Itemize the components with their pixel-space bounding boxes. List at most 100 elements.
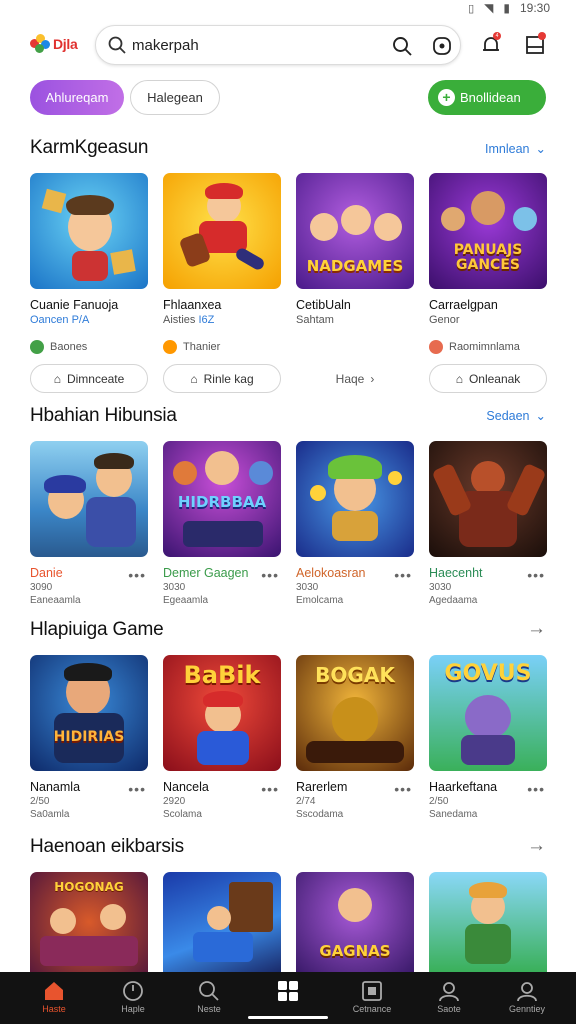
- game-card[interactable]: GOVUS Haarkeftana ••• 2/50 Sanedama: [429, 655, 547, 820]
- clock-icon: [123, 981, 143, 1001]
- game-subtitle: Sahtam: [296, 314, 334, 326]
- gamepad-icon: ⌂: [53, 371, 61, 386]
- game-name: Carraelgpan: [429, 298, 498, 312]
- more-options-icon[interactable]: •••: [527, 567, 545, 583]
- game-thumbnail: [429, 872, 547, 972]
- search-submit-icon[interactable]: [392, 36, 412, 56]
- game-genre: Sanedama: [429, 809, 478, 820]
- game-thumbnail: [30, 173, 148, 289]
- chip-secondary[interactable]: Halegean: [130, 80, 220, 115]
- nav-item-home[interactable]: Haste: [24, 978, 84, 1014]
- search-input[interactable]: [132, 34, 372, 56]
- home-icon: [45, 982, 63, 1000]
- game-rating: 2/74: [296, 796, 316, 807]
- game-card[interactable]: HIDIRIAS Nanamla ••• 2/50 Sa0amla: [30, 655, 148, 820]
- voice-icon[interactable]: [432, 36, 452, 56]
- nav-item-apps[interactable]: [258, 978, 318, 1004]
- nav-label: Haste: [42, 1004, 66, 1014]
- more-options-icon[interactable]: •••: [128, 781, 146, 797]
- game-card[interactable]: [429, 872, 547, 972]
- section-link-label: Sedaen: [486, 408, 530, 423]
- game-rating: 2/50: [30, 796, 50, 807]
- game-card[interactable]: Fhlaanxea Aisties I6Z Thanier ⌂ Rinle kag: [163, 173, 281, 393]
- game-pill-button[interactable]: ⌂ Dimnceate: [30, 364, 148, 393]
- game-thumbnail: [30, 441, 148, 557]
- action-button[interactable]: + Bnollidean: [428, 80, 546, 115]
- section-link[interactable]: Sedaen ⌄: [486, 408, 546, 424]
- more-options-icon[interactable]: •••: [394, 567, 412, 583]
- arrow-right-icon[interactable]: →: [527, 618, 546, 640]
- game-thumbnail: [296, 441, 414, 557]
- badge-dot-icon: [429, 340, 443, 354]
- game-card[interactable]: [163, 872, 281, 972]
- game-genre: Eaneaamla: [30, 595, 81, 606]
- notification-badge: 4: [493, 32, 501, 40]
- inbox-button[interactable]: [524, 32, 546, 61]
- game-card[interactable]: Aelokoasran ••• 3030 Emolcama: [296, 441, 414, 606]
- arrow-right-icon[interactable]: →: [527, 835, 546, 857]
- plus-icon: +: [438, 89, 455, 106]
- nav-item-library[interactable]: Cetnance: [342, 978, 402, 1014]
- game-pill-button[interactable]: Haqe ›: [296, 364, 414, 393]
- logo-mark-icon: [30, 34, 50, 54]
- game-card[interactable]: Danie ••• 3090 Eaneaamla: [30, 441, 148, 606]
- game-rating: 3030: [296, 582, 319, 593]
- more-options-icon[interactable]: •••: [261, 781, 279, 797]
- game-thumbnail: HIDRBBAA: [163, 441, 281, 557]
- game-genre: Agedaama: [429, 595, 478, 606]
- section-link[interactable]: Imnlean ⌄: [485, 141, 546, 157]
- game-card[interactable]: HOGONAG: [30, 872, 148, 972]
- game-thumbnail: PANUAJS GANCES: [429, 173, 547, 289]
- chip-primary[interactable]: Ahlureqam: [30, 80, 124, 115]
- gamepad-icon: ⌂: [190, 371, 198, 386]
- game-thumb-title: GOVUS: [444, 661, 532, 686]
- badge-dot-icon: [30, 340, 44, 354]
- game-card[interactable]: GAGNAS: [296, 872, 414, 972]
- game-genre: Scolama: [163, 809, 202, 820]
- nav-item-profile[interactable]: Genntiey: [497, 978, 557, 1014]
- game-thumb-title: HOGONAG: [54, 880, 124, 894]
- game-badge: Thanier: [163, 340, 281, 354]
- game-name: Cuanie Fanuoja: [30, 298, 119, 312]
- game-subtitle: Aisties I6Z: [163, 314, 215, 326]
- game-rating: 3090: [30, 582, 53, 593]
- nav-item-search[interactable]: Neste: [179, 978, 239, 1014]
- nav-item-recent[interactable]: Haple: [103, 978, 163, 1014]
- game-thumb-title: NADGAMES: [306, 257, 404, 275]
- nav-label: Saote: [437, 1004, 461, 1014]
- section-title: KarmKgeasun: [30, 137, 149, 158]
- game-card[interactable]: BaBik Nancela ••• 2920 Scolama: [163, 655, 281, 820]
- game-pill-button[interactable]: ⌂ Rinle kag: [163, 364, 281, 393]
- more-options-icon[interactable]: •••: [394, 781, 412, 797]
- wifi-icon: ◥: [484, 1, 494, 15]
- more-options-icon[interactable]: •••: [128, 567, 146, 583]
- gamepad-icon: ⌂: [455, 371, 463, 386]
- game-thumb-title: PANUAJS GANCES: [453, 242, 523, 273]
- game-badge: Baones: [30, 340, 148, 354]
- profile-icon: [517, 982, 537, 1002]
- game-card[interactable]: BOGAK Rarerlem ••• 2/74 Sscodama: [296, 655, 414, 820]
- game-genre: Emolcama: [296, 595, 344, 606]
- search-bar[interactable]: [95, 25, 461, 65]
- top-bar: Djla 4: [0, 22, 576, 68]
- more-options-icon[interactable]: •••: [527, 781, 545, 797]
- game-thumbnail: [429, 441, 547, 557]
- game-subtitle: Oancen P/A: [30, 314, 90, 326]
- notifications-button[interactable]: 4: [480, 32, 502, 61]
- logo-text: Djla: [53, 36, 78, 52]
- home-indicator[interactable]: [248, 1016, 328, 1019]
- app-logo[interactable]: Djla: [30, 34, 78, 54]
- game-card[interactable]: HIDRBBAA Demer Gaagen ••• 3030 Egeaamla: [163, 441, 281, 606]
- game-card[interactable]: NADGAMES CetibUaln Sahtam Haqe ›: [296, 173, 414, 393]
- more-options-icon[interactable]: •••: [261, 567, 279, 583]
- game-name: Fhlaanxea: [163, 298, 222, 312]
- game-card[interactable]: Cuanie Fanuoja Oancen P/A Baones ⌂ Dimnce…: [30, 173, 148, 393]
- search-icon: [199, 981, 219, 1001]
- game-pill-button[interactable]: ⌂ Onleanak: [429, 364, 547, 393]
- game-thumb-title: BOGAK: [315, 663, 395, 687]
- game-card[interactable]: PANUAJS GANCES Carraelgpan Genor Raomimn…: [429, 173, 547, 393]
- chevron-down-icon: ⌄: [535, 409, 546, 423]
- game-card[interactable]: Haecenht ••• 3030 Agedaama: [429, 441, 547, 606]
- nav-item-social[interactable]: Saote: [419, 978, 479, 1014]
- status-bar: ▯ ◥ ▮ 19:30: [0, 0, 576, 18]
